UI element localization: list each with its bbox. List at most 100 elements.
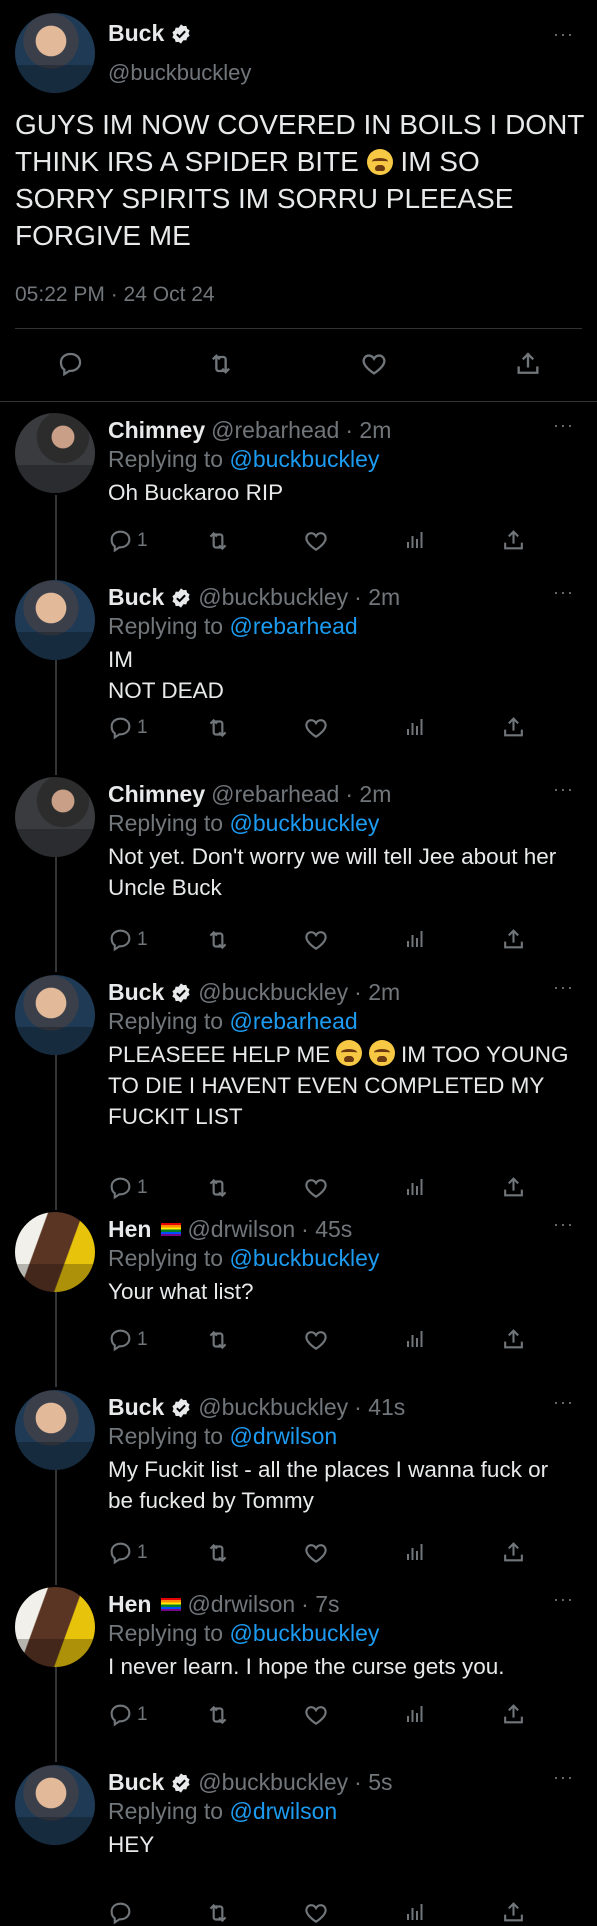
- avatar[interactable]: [15, 975, 95, 1055]
- author-name[interactable]: Buck: [108, 1769, 164, 1796]
- replying-to-link[interactable]: @buckbuckley: [229, 1245, 379, 1271]
- like-button[interactable]: [303, 927, 329, 953]
- more-icon[interactable]: ···: [553, 779, 574, 800]
- author-handle[interactable]: @drwilson: [187, 1591, 295, 1618]
- replying-to-link[interactable]: @rebarhead: [229, 613, 357, 639]
- views-button[interactable]: [403, 1540, 427, 1564]
- retweet-button[interactable]: [205, 528, 231, 554]
- retweet-button[interactable]: [205, 715, 231, 741]
- replying-to-link[interactable]: @buckbuckley: [229, 1620, 379, 1646]
- reply-count: 1: [137, 529, 148, 551]
- views-button[interactable]: [403, 1175, 427, 1199]
- more-icon[interactable]: ···: [553, 977, 574, 998]
- share-button[interactable]: [501, 528, 526, 553]
- reply-button[interactable]: 1: [108, 927, 148, 952]
- replying-to-link[interactable]: @buckbuckley: [229, 810, 379, 836]
- more-icon[interactable]: ···: [553, 1767, 574, 1788]
- views-button[interactable]: [403, 1327, 427, 1351]
- reply-button[interactable]: 1: [108, 1540, 148, 1565]
- share-button[interactable]: [501, 927, 526, 952]
- author-handle[interactable]: @buckbuckley: [198, 979, 348, 1006]
- share-button[interactable]: [501, 1702, 526, 1727]
- reply-time[interactable]: · 2m: [345, 417, 391, 444]
- like-button[interactable]: [303, 1702, 329, 1728]
- like-button[interactable]: [303, 715, 329, 741]
- more-icon[interactable]: ···: [553, 24, 574, 45]
- author-name[interactable]: Hen: [108, 1216, 151, 1243]
- author-handle[interactable]: @rebarhead: [211, 781, 339, 808]
- share-button[interactable]: [514, 350, 542, 378]
- more-icon[interactable]: ···: [553, 415, 574, 436]
- reply-button[interactable]: [57, 350, 84, 377]
- share-button[interactable]: [501, 715, 526, 740]
- avatar[interactable]: [15, 1587, 95, 1667]
- author-handle[interactable]: @buckbuckley: [108, 60, 251, 86]
- avatar[interactable]: [15, 580, 95, 660]
- reply-body: My Fuckit list - all the places I wanna …: [108, 1454, 578, 1516]
- author-handle[interactable]: @buckbuckley: [198, 584, 348, 611]
- share-button[interactable]: [501, 1327, 526, 1352]
- reply-button[interactable]: 1: [108, 715, 148, 740]
- more-icon[interactable]: ···: [553, 1392, 574, 1413]
- avatar[interactable]: [15, 777, 95, 857]
- like-button[interactable]: [303, 1327, 329, 1353]
- retweet-button[interactable]: [205, 927, 231, 953]
- retweet-button[interactable]: [205, 1900, 231, 1926]
- author-handle[interactable]: @buckbuckley: [198, 1394, 348, 1421]
- more-icon[interactable]: ···: [553, 1589, 574, 1610]
- like-button[interactable]: [303, 1175, 329, 1201]
- reply-button[interactable]: 1: [108, 1175, 148, 1200]
- reply-time[interactable]: · 2m: [354, 979, 400, 1006]
- reply-time[interactable]: · 5s: [354, 1769, 392, 1796]
- avatar[interactable]: [15, 1390, 95, 1470]
- author-handle[interactable]: @drwilson: [187, 1216, 295, 1243]
- views-button[interactable]: [403, 528, 427, 552]
- replying-to-link[interactable]: @drwilson: [229, 1423, 337, 1449]
- reply-button[interactable]: 1: [108, 1702, 148, 1727]
- retweet-button[interactable]: [205, 1327, 231, 1353]
- author-name[interactable]: Hen: [108, 1591, 151, 1618]
- retweet-button[interactable]: [205, 1175, 231, 1201]
- author-name[interactable]: Buck: [108, 1394, 164, 1421]
- avatar[interactable]: [15, 13, 95, 93]
- reply-time[interactable]: · 41s: [354, 1394, 405, 1421]
- like-button[interactable]: [303, 528, 329, 554]
- avatar[interactable]: [15, 1765, 95, 1845]
- reply-time[interactable]: · 2m: [354, 584, 400, 611]
- replying-to-link[interactable]: @buckbuckley: [229, 446, 379, 472]
- reply-time[interactable]: · 2m: [345, 781, 391, 808]
- author-handle[interactable]: @rebarhead: [211, 417, 339, 444]
- retweet-button[interactable]: [205, 1540, 231, 1566]
- like-button[interactable]: [303, 1540, 329, 1566]
- views-button[interactable]: [403, 1702, 427, 1726]
- avatar[interactable]: [15, 413, 95, 493]
- author-name[interactable]: Buck: [108, 20, 164, 47]
- share-button[interactable]: [501, 1900, 526, 1925]
- retweet-button[interactable]: [205, 1702, 231, 1728]
- views-button[interactable]: [403, 1900, 427, 1924]
- tweet-timestamp[interactable]: 05:22 PM · 24 Oct 24: [15, 283, 215, 307]
- more-icon[interactable]: ···: [553, 582, 574, 603]
- share-button[interactable]: [501, 1540, 526, 1565]
- retweet-button[interactable]: [207, 350, 235, 378]
- like-button[interactable]: [303, 1900, 329, 1926]
- author-handle[interactable]: @buckbuckley: [198, 1769, 348, 1796]
- author-name[interactable]: Buck: [108, 584, 164, 611]
- views-button[interactable]: [403, 715, 427, 739]
- reply-button[interactable]: [108, 1900, 137, 1925]
- replying-to-link[interactable]: @rebarhead: [229, 1008, 357, 1034]
- author-name[interactable]: Chimney: [108, 417, 205, 444]
- reply-button[interactable]: 1: [108, 528, 148, 553]
- avatar[interactable]: [15, 1212, 95, 1292]
- reply-time[interactable]: · 45s: [301, 1216, 352, 1243]
- like-button[interactable]: [360, 350, 388, 378]
- author-name[interactable]: Buck: [108, 979, 164, 1006]
- more-icon[interactable]: ···: [553, 1214, 574, 1235]
- reply-button[interactable]: 1: [108, 1327, 148, 1352]
- views-button[interactable]: [403, 927, 427, 951]
- share-button[interactable]: [501, 1175, 526, 1200]
- author-name[interactable]: Chimney: [108, 781, 205, 808]
- replying-to-link[interactable]: @drwilson: [229, 1798, 337, 1824]
- reply-text: I never learn. I hope the curse gets you…: [108, 1654, 505, 1679]
- reply-time[interactable]: · 7s: [301, 1591, 339, 1618]
